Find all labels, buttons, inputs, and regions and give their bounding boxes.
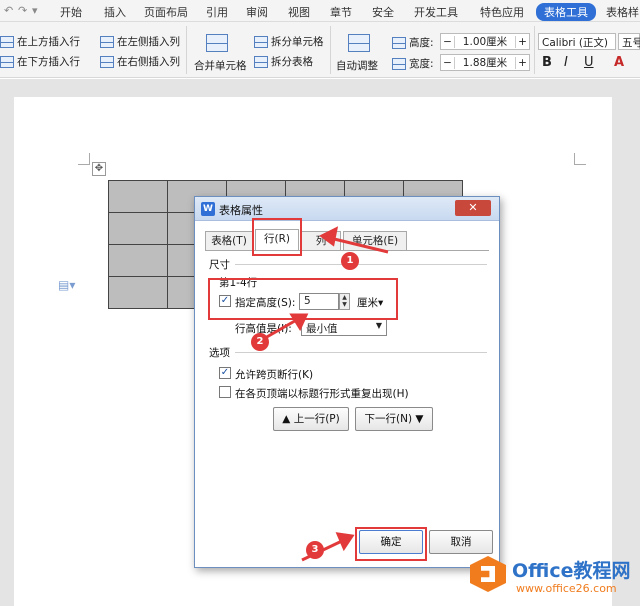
step-badge-3: 3 — [306, 541, 324, 559]
step-badge-1: 1 — [341, 252, 359, 270]
arrow-1-head — [319, 226, 339, 247]
step-badge-2: 2 — [251, 333, 269, 351]
site-watermark: Office教程网 www.office26.com — [470, 552, 640, 602]
office-logo-icon — [470, 556, 506, 592]
annotation-arrows — [257, 226, 389, 562]
arrow-3-head — [335, 532, 355, 552]
arrow-1-line — [329, 236, 389, 254]
wps-writer-window: ↶ ↷ ▾ 开始 插入 页面布局 引用 审阅 视图 章节 安全 开发工具 特色应… — [0, 0, 640, 606]
watermark-title: Office教程网 — [512, 560, 631, 582]
watermark-url: www.office26.com — [516, 582, 617, 595]
